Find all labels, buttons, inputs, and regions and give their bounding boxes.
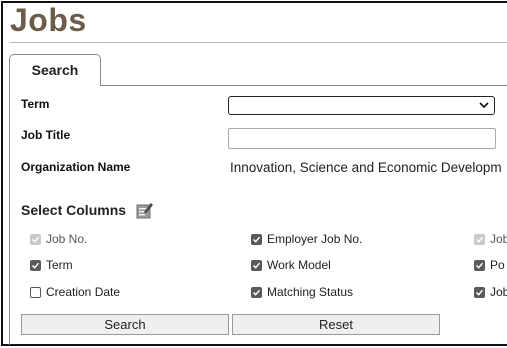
column-checkbox-job-2[interactable]: Job — [474, 285, 507, 299]
checkbox-checked-icon — [474, 259, 485, 271]
chevron-down-icon — [479, 102, 489, 109]
reset-button[interactable]: Reset — [232, 314, 440, 335]
title-divider — [10, 42, 507, 43]
page-title: Jobs — [10, 2, 87, 38]
column-label: Po — [490, 258, 505, 272]
org-name-label: Organization Name — [21, 160, 131, 174]
tab-search[interactable]: Search — [9, 54, 101, 86]
checkbox-unchecked-icon — [30, 286, 41, 298]
job-title-input[interactable] — [228, 128, 496, 149]
job-title-label: Job Title — [21, 128, 71, 142]
column-label: Work Model — [267, 258, 331, 272]
checkbox-disabled-checked-icon — [30, 233, 41, 245]
edit-note-icon[interactable] — [136, 202, 153, 219]
column-label: Creation Date — [46, 285, 121, 299]
column-label: Matching Status — [267, 285, 354, 299]
term-label: Term — [21, 97, 50, 111]
checkbox-checked-icon — [30, 259, 41, 271]
column-checkbox-po[interactable]: Po — [474, 258, 505, 272]
column-label: Employer Job No. — [267, 232, 363, 246]
checkbox-checked-icon — [251, 259, 262, 271]
checkbox-checked-icon — [251, 233, 262, 245]
column-checkbox-job-no[interactable]: Job No. — [30, 232, 87, 246]
panel-border — [9, 85, 10, 345]
column-checkbox-term[interactable]: Term — [30, 258, 73, 272]
column-label: Job — [490, 285, 507, 299]
column-checkbox-job[interactable]: Job — [474, 232, 507, 246]
tab-strip-border — [101, 85, 507, 86]
checkbox-disabled-checked-icon — [474, 233, 485, 245]
column-checkbox-work-model[interactable]: Work Model — [251, 258, 331, 272]
column-checkbox-creation-date[interactable]: Creation Date — [30, 285, 120, 299]
org-name-value: Innovation, Science and Economic Develop… — [230, 160, 502, 175]
checkbox-checked-icon — [251, 286, 262, 298]
column-label: Term — [46, 258, 73, 272]
column-label: Job No. — [46, 232, 88, 246]
checkbox-checked-icon — [474, 286, 485, 298]
term-select[interactable] — [228, 96, 495, 115]
column-checkbox-employer-job-no[interactable]: Employer Job No. — [251, 232, 362, 246]
column-checkbox-matching-status[interactable]: Matching Status — [251, 285, 353, 299]
select-columns-heading: Select Columns — [21, 202, 127, 218]
column-label: Job — [490, 232, 507, 246]
search-button[interactable]: Search — [21, 314, 229, 335]
